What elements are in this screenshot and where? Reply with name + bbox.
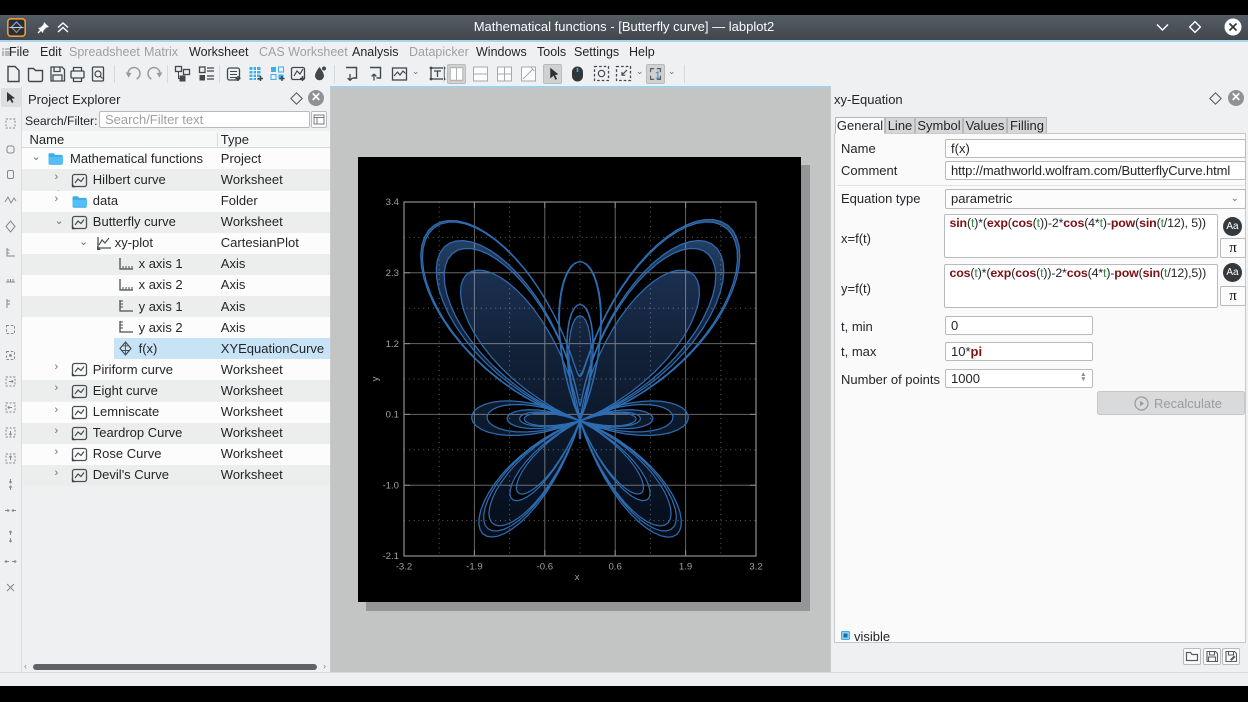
svg-text:1: 1 bbox=[655, 70, 660, 81]
svg-text:0.6: 0.6 bbox=[609, 562, 622, 573]
svg-text:-2.1: -2.1 bbox=[382, 551, 399, 562]
svg-text:x: x bbox=[575, 572, 580, 583]
svg-text:-0.6: -0.6 bbox=[537, 562, 554, 573]
svg-text:0.1: 0.1 bbox=[386, 410, 399, 421]
svg-text:-3.2: -3.2 bbox=[396, 562, 413, 573]
svg-text:1.9: 1.9 bbox=[679, 562, 692, 573]
svg-text:3.4: 3.4 bbox=[386, 197, 400, 208]
svg-text:-1.0: -1.0 bbox=[382, 480, 399, 491]
svg-text:1.2: 1.2 bbox=[386, 339, 399, 350]
svg-text:3.2: 3.2 bbox=[749, 562, 762, 573]
svg-text:y: y bbox=[370, 376, 381, 381]
svg-text:-1.9: -1.9 bbox=[466, 562, 483, 573]
svg-text:2.3: 2.3 bbox=[386, 268, 399, 279]
